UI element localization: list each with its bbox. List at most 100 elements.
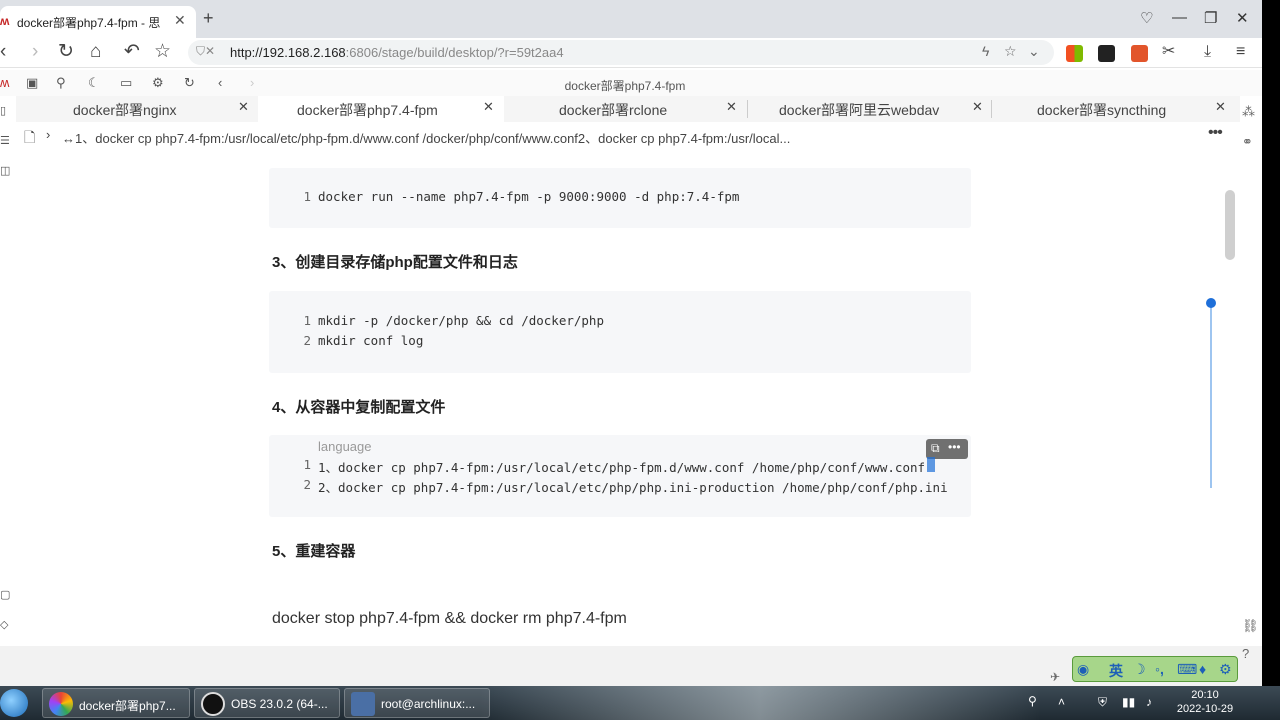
- heading-5: 5、重建容器: [272, 543, 356, 560]
- doc-tab-webdav[interactable]: docker部署阿里云webdav ✕: [748, 96, 992, 122]
- dock-tag-icon[interactable]: ◫: [0, 164, 10, 177]
- code-block[interactable]: 1 mkdir -p /docker/php && cd /docker/php…: [269, 291, 971, 373]
- vertical-scrollbar[interactable]: [1225, 190, 1235, 260]
- doc-tab-nginx[interactable]: docker部署nginx ✕: [16, 96, 258, 122]
- line-number: 1: [303, 457, 311, 472]
- taskbar-item-browser[interactable]: docker部署php7...: [42, 688, 190, 718]
- browser-tab-active[interactable]: ʍ docker部署php7.4-fpm - 思 ✕: [0, 6, 196, 38]
- dock-graph-view-icon[interactable]: ⁂: [1242, 104, 1255, 120]
- address-bar[interactable]: ⛉✕ http://192.168.2.168:6806/stage/build…: [188, 40, 1054, 65]
- dock-global-graph-icon[interactable]: ⚭: [1242, 134, 1253, 150]
- minimize-icon[interactable]: —: [1172, 9, 1187, 26]
- dock-file-tree-icon[interactable]: ▯: [0, 104, 6, 117]
- more-icon[interactable]: •••: [1208, 124, 1223, 142]
- line-number: 1: [303, 189, 311, 204]
- taskbar-clock[interactable]: 20:10 2022-10-29: [1170, 688, 1240, 716]
- close-tab-icon[interactable]: ✕: [174, 12, 186, 29]
- browser-toolbar: ‹ › ↻ ⌂ ↶ ☆ ⛉✕ http://192.168.2.168:6806…: [0, 38, 1262, 68]
- outline-track: [1210, 304, 1212, 488]
- line-number: 2: [303, 477, 311, 492]
- code-block[interactable]: language 1 1、docker cp php7.4-fpm:/usr/l…: [269, 435, 971, 517]
- home-icon[interactable]: ⌂: [90, 41, 101, 63]
- ime-keyboard-icon[interactable]: ⌨: [1177, 661, 1197, 678]
- security-tray-icon[interactable]: ⛨: [1098, 695, 1107, 710]
- breadcrumb-text[interactable]: ↔1、docker cp php7.4-fpm:/usr/local/etc/p…: [62, 128, 882, 147]
- screen: ʍ docker部署php7.4-fpm - 思 ✕ + ♡ — ❐ ✕ ‹ ›…: [0, 0, 1280, 720]
- doc-tab-syncthing[interactable]: docker部署syncthing ✕: [992, 96, 1230, 122]
- restore-icon[interactable]: ❐: [1204, 9, 1217, 27]
- shirt-skin-icon[interactable]: ♡: [1140, 9, 1153, 27]
- ime-settings-icon[interactable]: ⚙: [1219, 661, 1232, 678]
- browser-tab-title: docker部署php7.4-fpm - 思: [17, 16, 161, 30]
- close-icon[interactable]: ✕: [238, 99, 249, 115]
- heading-3: 3、创建目录存储php配置文件和日志: [272, 254, 518, 271]
- close-icon[interactable]: ✕: [483, 99, 494, 115]
- new-tab-button[interactable]: +: [203, 8, 214, 29]
- microsoft-extension-icon[interactable]: [1066, 45, 1083, 62]
- taskbar-item-label: docker部署php7...: [79, 699, 176, 713]
- doc-tab-rclone[interactable]: docker部署rclone ✕: [504, 96, 748, 122]
- tampermonkey-extension-icon[interactable]: [1098, 45, 1115, 62]
- code-language-label[interactable]: language: [318, 439, 372, 454]
- undo-icon[interactable]: ↶: [124, 41, 140, 63]
- bookmark-star-icon[interactable]: ☆: [154, 41, 171, 63]
- scissors-icon[interactable]: ✂: [1162, 41, 1175, 63]
- taskbar-item-terminal[interactable]: root@archlinux:...: [344, 688, 490, 718]
- menu-icon[interactable]: ≡: [1236, 41, 1245, 63]
- doc-tab-php[interactable]: docker部署php7.4-fpm ✕: [258, 96, 504, 122]
- code-text: 1、docker cp php7.4-fpm:/usr/local/etc/ph…: [318, 460, 926, 475]
- doc-tab-label: docker部署php7.4-fpm: [297, 102, 438, 118]
- input-method-bar[interactable]: ◉ 英 ☽ ◦, ⌨ ♦ ⚙: [1072, 656, 1238, 682]
- rocket-icon[interactable]: ✈: [1050, 670, 1060, 684]
- close-icon[interactable]: ✕: [972, 99, 983, 115]
- code-text: mkdir conf log: [318, 333, 424, 348]
- ime-moon-icon[interactable]: ☽: [1133, 661, 1146, 678]
- close-icon[interactable]: ✕: [726, 99, 737, 115]
- browser-window: ʍ docker部署php7.4-fpm - 思 ✕ + ♡ — ❐ ✕ ‹ ›…: [0, 0, 1262, 686]
- back-icon[interactable]: ‹: [0, 41, 6, 63]
- start-button[interactable]: [0, 689, 28, 717]
- browser-app-icon: [49, 692, 73, 716]
- clock-time: 20:10: [1191, 689, 1219, 701]
- ime-punctuation-icon[interactable]: ◦,: [1155, 661, 1164, 677]
- ime-mode[interactable]: 英: [1109, 661, 1123, 681]
- chevron-down-icon[interactable]: ⌄: [1028, 43, 1040, 60]
- copy-icon[interactable]: ⧉: [931, 441, 940, 456]
- more-icon[interactable]: •••: [948, 440, 961, 454]
- dock-outline-icon[interactable]: ☰: [0, 134, 10, 147]
- close-window-icon[interactable]: ✕: [1236, 9, 1249, 27]
- heading-4: 4、从容器中复制配置文件: [272, 399, 446, 416]
- tray-expand-icon[interactable]: ˄: [1058, 695, 1065, 709]
- search-tray-icon[interactable]: ⚲: [1028, 694, 1037, 708]
- download-icon[interactable]: ⤓: [1204, 41, 1211, 63]
- volume-muted-icon[interactable]: ♪: [1146, 695, 1152, 709]
- favorite-star-icon[interactable]: ☆: [1004, 43, 1017, 60]
- line-number: 1: [303, 313, 311, 328]
- dock-bookmark-icon[interactable]: ▢: [0, 588, 10, 601]
- dock-graph-icon[interactable]: ◇: [0, 618, 8, 631]
- document-tabs: docker部署nginx ✕ docker部署php7.4-fpm ✕ doc…: [16, 96, 1240, 122]
- paragraph[interactable]: docker stop php7.4-fpm && docker rm php7…: [272, 610, 627, 628]
- url-text: http://192.168.2.168:6806/stage/build/de…: [230, 45, 564, 60]
- network-icon[interactable]: ▮▮: [1122, 695, 1135, 709]
- chevron-right-icon: ›: [46, 127, 51, 142]
- code-text: docker run --name php7.4-fpm -p 9000:900…: [318, 189, 740, 204]
- dock-backlinks-icon[interactable]: ⛓: [1242, 618, 1259, 634]
- code-block[interactable]: 1 docker run --name php7.4-fpm -p 9000:9…: [269, 168, 971, 228]
- outline-position-marker[interactable]: [1206, 298, 1216, 308]
- url-path: :6806/stage/build/desktop/?r=59t2aa4: [345, 45, 564, 60]
- red-extension-icon[interactable]: [1131, 45, 1148, 62]
- insecure-shield-icon: ⛉✕: [196, 44, 216, 58]
- forward-icon[interactable]: ›: [32, 41, 38, 63]
- ime-mic-icon[interactable]: ♦: [1199, 661, 1206, 677]
- lightning-icon[interactable]: ϟ: [982, 43, 989, 59]
- taskbar-item-obs[interactable]: OBS 23.0.2 (64-...: [194, 688, 340, 718]
- code-text: mkdir -p /docker/php && cd /docker/php: [318, 313, 604, 328]
- close-icon[interactable]: ✕: [1215, 99, 1226, 115]
- taskbar: docker部署php7... OBS 23.0.2 (64-... root@…: [0, 686, 1280, 720]
- text-selection-caret: [927, 457, 935, 472]
- reload-icon[interactable]: ↻: [58, 41, 74, 63]
- terminal-app-icon: [351, 692, 375, 716]
- doc-tab-label: docker部署阿里云webdav: [779, 102, 940, 118]
- help-icon[interactable]: ?: [1242, 646, 1249, 661]
